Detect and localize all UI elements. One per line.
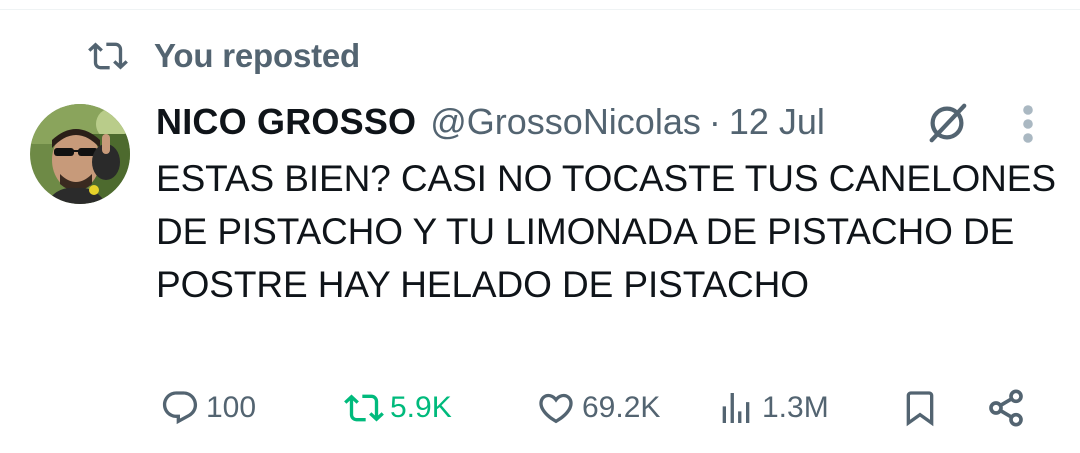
repost-context[interactable]: You reposted <box>88 36 360 76</box>
author-name[interactable]: NICO GROSSO <box>156 101 416 143</box>
reply-count: 100 <box>206 391 257 424</box>
repost-count: 5.9K <box>390 391 452 424</box>
divider <box>0 9 1080 10</box>
reply-icon <box>162 391 198 425</box>
repost-icon <box>344 394 384 422</box>
grok-icon[interactable] <box>924 100 970 146</box>
share-button[interactable] <box>986 386 1026 430</box>
like-icon <box>539 393 573 424</box>
like-count: 69.2K <box>582 391 661 424</box>
views-count: 1.3M <box>762 391 829 424</box>
repost-label: You reposted <box>154 37 361 74</box>
tweet-header: NICO GROSSO @GrossoNicolas · 12 Jul <box>156 98 825 146</box>
share-icon <box>989 389 1023 427</box>
repost-icon <box>88 42 128 70</box>
tweet-card: You reposted NICO GROSSO @GrossoNicolas … <box>0 0 1080 453</box>
more-icon[interactable] <box>1016 104 1040 144</box>
tweet-text: ESTAS BIEN? CASI NO TOCASTE TUS CANELONE… <box>156 158 1056 305</box>
repost-button[interactable]: 5.9K <box>344 386 452 430</box>
views-icon <box>722 393 750 423</box>
tweet-date[interactable]: 12 Jul <box>729 101 825 143</box>
avatar-photo <box>30 104 130 204</box>
views-button[interactable]: 1.3M <box>716 386 829 430</box>
reply-button[interactable]: 100 <box>160 386 256 430</box>
author-handle[interactable]: @GrossoNicolas <box>430 101 701 143</box>
separator-dot: · <box>708 101 721 142</box>
bookmark-icon <box>906 391 934 427</box>
like-button[interactable]: 69.2K <box>536 386 660 430</box>
bookmark-button[interactable] <box>900 386 940 430</box>
avatar[interactable] <box>30 104 130 204</box>
